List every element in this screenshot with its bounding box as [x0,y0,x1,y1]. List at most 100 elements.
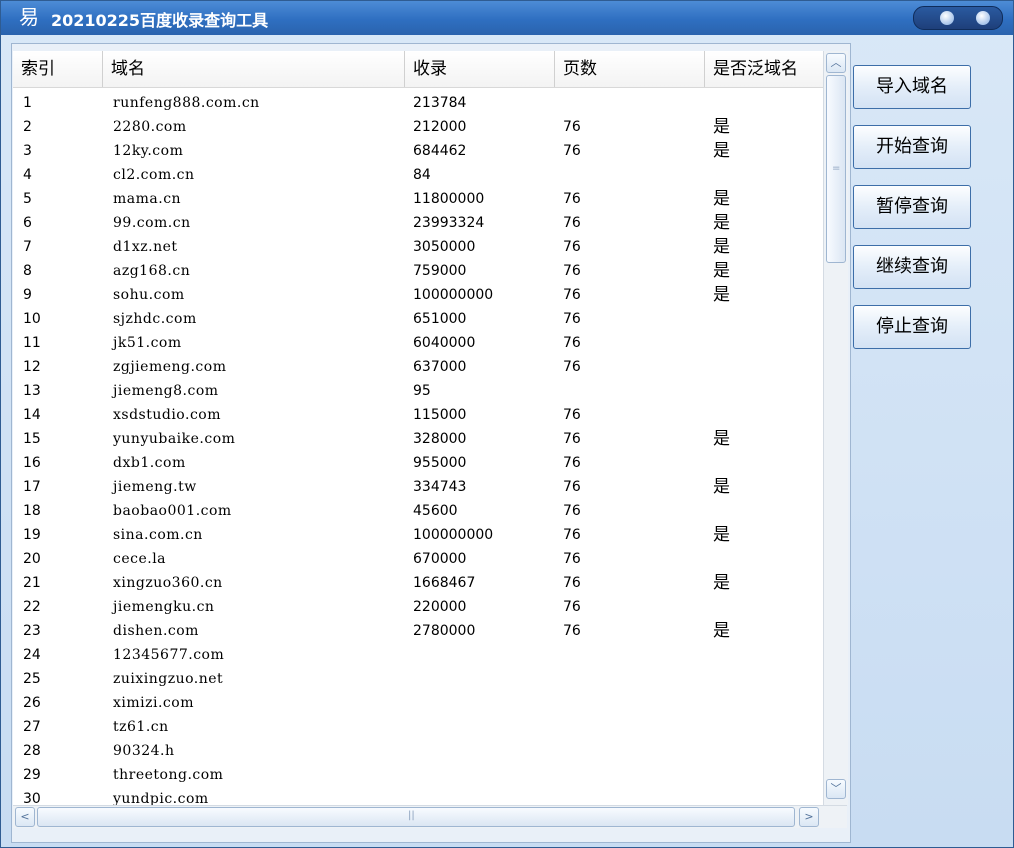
row-indexed: 3050000 [413,239,476,255]
table-row[interactable]: 17 jiemeng.tw 334743 76 是 [13,475,823,499]
row-index: 4 [23,167,32,183]
row-pages: 76 [563,503,581,519]
table-row[interactable]: 21 xingzuo360.cn 1668467 76 是 [13,571,823,595]
table-row[interactable]: 5 mama.cn 11800000 76 是 [13,187,823,211]
table-row[interactable]: 30 yundpic.com [13,787,823,805]
table-row[interactable]: 9 sohu.com 100000000 76 是 [13,283,823,307]
row-domain: jk51.com [113,335,182,351]
table-row[interactable]: 4 cl2.com.cn 84 [13,163,823,187]
table-row[interactable]: 13 jiemeng8.com 95 [13,379,823,403]
row-pages: 76 [563,431,581,447]
table-row[interactable]: 15 yunyubaike.com 328000 76 是 [13,427,823,451]
table-row[interactable]: 29 threetong.com [13,763,823,787]
start-query-button[interactable]: 开始查询 [853,125,971,169]
table-row[interactable]: 27 tz61.cn [13,715,823,739]
row-index: 29 [23,767,41,783]
table-row[interactable]: 28 90324.h [13,739,823,763]
row-domain: d1xz.net [113,239,178,255]
import-domains-button[interactable]: 导入域名 [853,65,971,109]
table-row[interactable]: 18 baobao001.com 45600 76 [13,499,823,523]
row-domain: 99.com.cn [113,215,191,231]
table-row[interactable]: 11 jk51.com 6040000 76 [13,331,823,355]
scroll-right-icon[interactable]: > [799,807,819,827]
row-domain: xsdstudio.com [113,407,221,423]
scroll-up-icon[interactable]: ︿ [826,53,846,73]
table-row[interactable]: 14 xsdstudio.com 115000 76 [13,403,823,427]
table-row[interactable]: 7 d1xz.net 3050000 76 是 [13,235,823,259]
table-row[interactable]: 22 jiemengku.cn 220000 76 [13,595,823,619]
row-index: 10 [23,311,41,327]
app-window: 易 20210225百度收录查询工具 索引 域名 收录 页数 是否泛域名 1 ru… [0,0,1014,848]
row-domain: 90324.h [113,743,175,759]
row-domain: runfeng888.com.cn [113,95,260,111]
vertical-scrollbar[interactable]: ︿ = ﹀ [823,51,848,805]
pause-query-button[interactable]: 暂停查询 [853,185,971,229]
row-pages: 76 [563,215,581,231]
window-controls[interactable] [913,6,1003,30]
minimize-icon[interactable] [940,11,954,25]
table-row[interactable]: 8 azg168.cn 759000 76 是 [13,259,823,283]
close-icon[interactable] [976,11,990,25]
horizontal-scrollbar[interactable]: < || > [13,805,847,828]
vertical-scroll-thumb[interactable]: = [826,75,846,263]
row-index: 3 [23,143,32,159]
table-row[interactable]: 3 12ky.com 684462 76 是 [13,139,823,163]
row-index: 8 [23,263,32,279]
scroll-down-icon[interactable]: ﹀ [826,779,846,799]
row-domain: zgjiemeng.com [113,359,227,375]
domain-list[interactable]: 索引 域名 收录 页数 是否泛域名 1 runfeng888.com.cn 2137… [13,51,823,805]
row-domain: zuixingzuo.net [113,671,224,687]
scroll-left-icon[interactable]: < [15,807,35,827]
row-pages: 76 [563,551,581,567]
row-indexed: 670000 [413,551,467,567]
row-index: 27 [23,719,41,735]
title-bar[interactable]: 易 20210225百度收录查询工具 [1,1,1013,35]
table-row[interactable]: 23 dishen.com 2780000 76 是 [13,619,823,643]
row-indexed: 2780000 [413,623,476,639]
row-domain: yunyubaike.com [113,431,236,447]
table-row[interactable]: 16 dxb1.com 955000 76 [13,451,823,475]
row-pages: 76 [563,575,581,591]
table-row[interactable]: 2 2280.com 212000 76 是 [13,115,823,139]
column-header-wildcard[interactable]: 是否泛域名 [705,51,823,87]
column-header-pages[interactable]: 页数 [555,51,705,87]
row-domain: xingzuo360.cn [113,575,223,591]
column-header-indexed[interactable]: 收录 [405,51,555,87]
row-domain: cl2.com.cn [113,167,195,183]
table-row[interactable]: 6 99.com.cn 23993324 76 是 [13,211,823,235]
table-row[interactable]: 26 ximizi.com [13,691,823,715]
row-pages: 76 [563,191,581,207]
row-index: 20 [23,551,41,567]
row-domain: sjzhdc.com [113,311,197,327]
table-row[interactable]: 12 zgjiemeng.com 637000 76 [13,355,823,379]
row-indexed: 95 [413,383,431,399]
row-indexed: 84 [413,167,431,183]
row-wildcard: 是 [713,213,730,233]
table-row[interactable]: 1 runfeng888.com.cn 213784 [13,91,823,115]
row-domain: 2280.com [113,119,187,135]
horizontal-scroll-thumb[interactable]: || [37,807,795,827]
table-row[interactable]: 25 zuixingzuo.net [13,667,823,691]
row-domain: cece.la [113,551,167,567]
table-row[interactable]: 20 cece.la 670000 76 [13,547,823,571]
column-header-index[interactable]: 索引 [13,51,103,87]
table-row[interactable]: 19 sina.com.cn 100000000 76 是 [13,523,823,547]
row-domain: jiemeng8.com [113,383,219,399]
row-domain: sina.com.cn [113,527,203,543]
resume-query-button[interactable]: 继续查询 [853,245,971,289]
row-indexed: 45600 [413,503,458,519]
column-header-domain[interactable]: 域名 [103,51,405,87]
stop-query-button[interactable]: 停止查询 [853,305,971,349]
grip-icon: = [832,163,841,174]
row-domain: jiemengku.cn [113,599,215,615]
row-pages: 76 [563,359,581,375]
row-index: 6 [23,215,32,231]
window-title: 20210225百度收录查询工具 [51,11,269,30]
row-wildcard: 是 [713,429,730,449]
row-domain: baobao001.com [113,503,232,519]
table-row[interactable]: 24 12345677.com [13,643,823,667]
row-indexed: 6040000 [413,335,476,351]
row-index: 7 [23,239,32,255]
table-row[interactable]: 10 sjzhdc.com 651000 76 [13,307,823,331]
row-indexed: 220000 [413,599,467,615]
